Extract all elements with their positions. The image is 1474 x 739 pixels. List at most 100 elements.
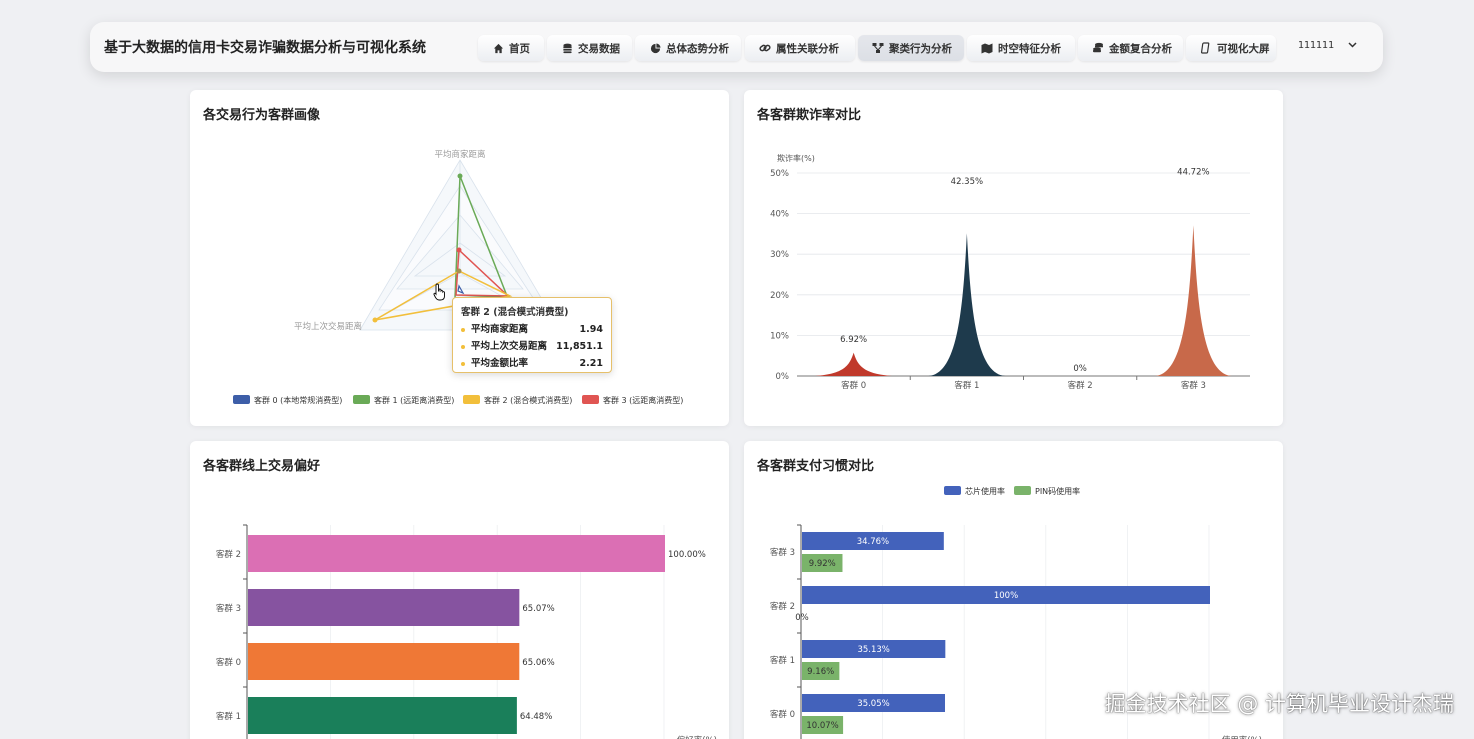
y-tick-label: 客群 1 [770,655,795,666]
data-label: 100% [994,591,1018,601]
radar-point [456,268,462,274]
online-bar [248,535,665,572]
x-axis-label: 使用率(%) [1222,735,1262,739]
home-icon [492,42,504,54]
online-preference-panel: 各客群线上交易偏好 客群 2 100.00% 客群 3 65.07% 客群 0 65.06… [190,441,729,739]
y-tick-label: 10% [770,331,789,341]
online-bar [248,589,520,626]
radar-tooltip: 客群 2 (混合模式消费型) 平均商家距离 1.94 平均上次交易距离 11,8… [452,297,612,373]
fraud-rate-chart: 欺诈率(%) 50% 40% 30% 20% 10% 0% 6.92% 客群 0 42.35% 客… [770,153,1250,391]
tab-cluster-analysis[interactable]: 聚类行为分析 [858,35,964,61]
x-tick-label: 客群 3 [1181,380,1206,391]
fraud-rate-panel: 各客群欺诈率对比 欺诈率(%) 50% 40% 30% 20% 10% 0% 6.92% 客群… [744,90,1283,426]
y-tick-label: 50% [770,169,789,179]
data-label: 0% [1073,364,1087,374]
cluster-icon [872,42,884,54]
tab-home[interactable]: 首页 [478,35,544,61]
data-label: 0% [795,613,809,623]
online-bar [248,697,517,734]
top-navbar: 基于大数据的信用卡交易诈骗数据分析与可视化系统 首页 交易数据 总体态势分析 属… [90,22,1383,72]
username: 111111 [1297,40,1334,51]
y-axis-label: 欺诈率(%) [777,153,815,163]
radar-indicator-label: 平均上次交易距离 [294,321,362,332]
legend-label: 芯片使用率 [965,486,1005,496]
x-tick-label: 客群 2 [1068,380,1093,391]
tab-label: 时空特征分析 [998,42,1061,55]
data-label: 10.07% [806,721,838,731]
y-tick-label: 40% [770,210,789,220]
app-title: 基于大数据的信用卡交易诈骗数据分析与可视化系统 [104,40,426,56]
tooltip-value: 1.94 [579,324,603,335]
y-tick-label: 客群 3 [770,547,795,558]
tooltip-value: 11,851.1 [556,341,603,352]
tooltip-value: 2.21 [579,358,603,369]
tooltip-key: 平均金额比率 [461,355,528,372]
y-tick-label: 客群 3 [216,603,241,614]
link-icon [759,42,771,54]
data-label: 9.16% [807,667,834,677]
watermark: 掘金技术社区 @ 计算机毕业设计杰瑞 [1104,692,1454,716]
data-label: 100.00% [668,550,706,560]
online-preference-chart: 客群 2 100.00% 客群 3 65.07% 客群 0 65.06% 客群 1 64.48… [216,524,717,739]
data-label: 64.48% [520,712,552,722]
tab-label: 金额复合分析 [1109,42,1172,55]
data-label: 35.05% [857,699,889,709]
legend-label: 客群 0 (本地常规消费型) [254,395,342,405]
y-tick-label: 客群 0 [216,657,241,668]
data-label: 65.07% [522,604,554,614]
tab-spatiotemporal[interactable]: 时空特征分析 [967,35,1075,61]
data-label: 34.76% [857,537,889,547]
data-label: 9.92% [809,559,836,569]
radar-point [456,247,462,253]
fraud-spike [928,233,1006,376]
screen-icon [1200,42,1212,54]
pie-icon [649,42,661,54]
tab-label: 总体态势分析 [666,42,729,55]
y-tick-label: 客群 2 [770,601,795,612]
tab-label: 属性关联分析 [776,42,839,55]
legend-label: 客群 3 (远距离消费型) [603,395,683,405]
y-tick-label: 客群 1 [216,711,241,722]
tab-dashboard-screen[interactable]: 可视化大屏 [1186,35,1276,61]
y-tick-label: 0% [776,372,790,382]
database-icon [561,42,573,54]
y-tick-label: 客群 2 [216,549,241,560]
tab-label: 聚类行为分析 [889,42,952,55]
map-icon [981,42,993,54]
fraud-spike [1154,225,1232,376]
radar-point [457,173,463,179]
tooltip-row: 平均商家距离 1.94 [461,321,603,338]
tooltip-row: 平均金额比率 2.21 [461,355,603,372]
tab-overall-trend[interactable]: 总体态势分析 [635,35,741,61]
x-axis-label: 偏好率(%) [677,735,717,739]
hand-cursor-icon [433,283,445,301]
tab-amount-composite[interactable]: 金额复合分析 [1078,35,1183,61]
legend-label: 客群 1 (远距离消费型) [374,395,454,405]
tooltip-key: 平均商家距离 [461,321,528,338]
data-label: 44.72% [1177,167,1209,177]
tooltip-title: 客群 2 (混合模式消费型) [461,307,569,318]
data-label: 42.35% [951,177,983,187]
radar-indicator-label: 平均商家距离 [434,149,485,160]
y-tick-label: 客群 0 [770,709,795,720]
tab-label: 交易数据 [578,42,620,55]
tab-transaction-data[interactable]: 交易数据 [547,35,632,61]
chevron-down-icon [1348,40,1357,51]
y-tick-label: 30% [770,250,789,260]
legend-label: PIN码使用率 [1035,486,1080,496]
x-tick-label: 客群 1 [954,380,979,391]
coins-icon [1092,42,1104,54]
data-label: 6.92% [840,335,867,345]
data-label: 35.13% [857,645,889,655]
payment-legend: 芯片使用率 PIN码使用率 [944,486,1080,496]
tab-attribute-correlation[interactable]: 属性关联分析 [745,35,855,61]
online-bar [248,643,520,680]
radar-point [372,317,378,323]
radar-legend: 客群 0 (本地常规消费型) 客群 1 (远距离消费型) 客群 2 (混合模式消… [233,395,683,405]
x-tick-label: 客群 0 [841,380,866,391]
user-menu[interactable]: 111111 [1298,40,1357,51]
tab-label: 可视化大屏 [1217,42,1270,55]
tooltip-row: 平均上次交易距离 11,851.1 [461,338,603,355]
radar-chart: 平均商家距离 平均上次交易距离 客群 0 (本地常规消费型) 客群 1 (远距离… [233,149,683,405]
fraud-spike [815,352,893,376]
